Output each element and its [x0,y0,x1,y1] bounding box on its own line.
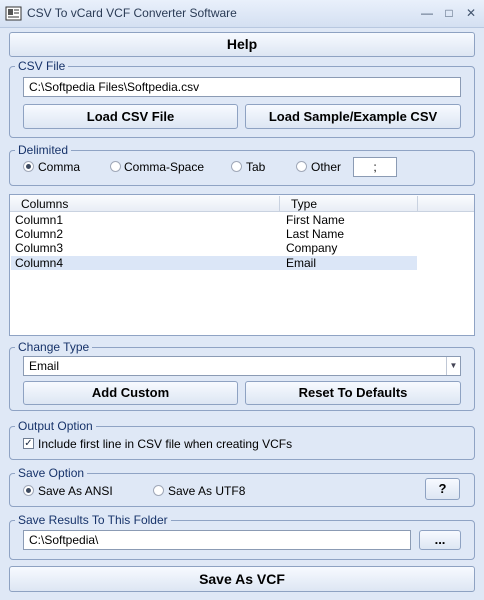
type-header[interactable]: Type [291,197,317,211]
save-ansi-label: Save As ANSI [38,484,113,498]
row-type-cell: Company [286,241,338,255]
delimited-legend: Delimited [15,143,72,157]
window-title: CSV To vCard VCF Converter Software [27,6,237,20]
table-row[interactable] [11,227,417,241]
table-row[interactable] [11,213,417,227]
columns-header[interactable]: Columns [21,197,68,211]
table-row-selected[interactable] [11,256,417,270]
output-option-legend: Output Option [15,419,96,433]
chevron-down-icon[interactable]: ▼ [446,357,460,375]
row-column-cell: Column1 [15,213,64,227]
save-as-vcf-button[interactable]: Save As VCF [9,566,475,592]
csv-path-input[interactable]: C:\Softpedia Files\Softpedia.csv [23,77,461,97]
tab-label: Tab [246,160,266,174]
reset-defaults-button[interactable]: Reset To Defaults [245,381,461,405]
include-first-line-checkbox[interactable]: ✓ [23,438,34,449]
other-radio[interactable] [296,161,307,172]
save-utf8-label: Save As UTF8 [168,484,246,498]
csv-file-legend: CSV File [15,59,69,73]
minimize-icon[interactable]: — [420,6,434,20]
table-row[interactable] [11,241,417,255]
help-button[interactable]: Help [9,32,475,57]
vcard-app-icon [5,5,22,22]
change-type-legend: Change Type [15,340,93,354]
comma-label: Comma [38,160,81,174]
include-first-line-label: Include first line in CSV file when crea… [38,437,293,451]
comma-space-label: Comma-Space [124,160,205,174]
columns-list-header [10,195,474,212]
row-type-cell: First Name [286,213,345,227]
save-utf8-radio[interactable] [153,485,164,496]
type-dropdown[interactable]: Email [23,356,461,376]
save-folder-legend: Save Results To This Folder [15,513,171,527]
row-type-cell: Last Name [286,227,345,241]
other-label: Other [311,160,342,174]
type-dropdown-value: Email [29,359,60,373]
comma-space-radio[interactable] [110,161,121,172]
load-csv-button[interactable]: Load CSV File [23,104,238,129]
maximize-icon[interactable]: □ [442,6,456,20]
header-divider [417,196,418,211]
load-sample-button[interactable]: Load Sample/Example CSV [245,104,461,129]
add-custom-button[interactable]: Add Custom [23,381,238,405]
row-column-cell: Column4 [15,256,64,270]
row-type-cell: Email [286,256,317,270]
header-divider [279,196,280,211]
save-option-help-button[interactable]: ? [425,478,460,500]
comma-radio[interactable] [23,161,34,172]
browse-folder-button[interactable]: ... [419,530,461,550]
tab-radio[interactable] [231,161,242,172]
other-delimiter-input[interactable]: ; [353,157,397,177]
close-icon[interactable]: ✕ [464,6,478,20]
row-column-cell: Column2 [15,227,64,241]
row-column-cell: Column3 [15,241,64,255]
save-ansi-radio[interactable] [23,485,34,496]
save-option-legend: Save Option [15,466,88,480]
save-folder-input[interactable]: C:\Softpedia\ [23,530,411,550]
